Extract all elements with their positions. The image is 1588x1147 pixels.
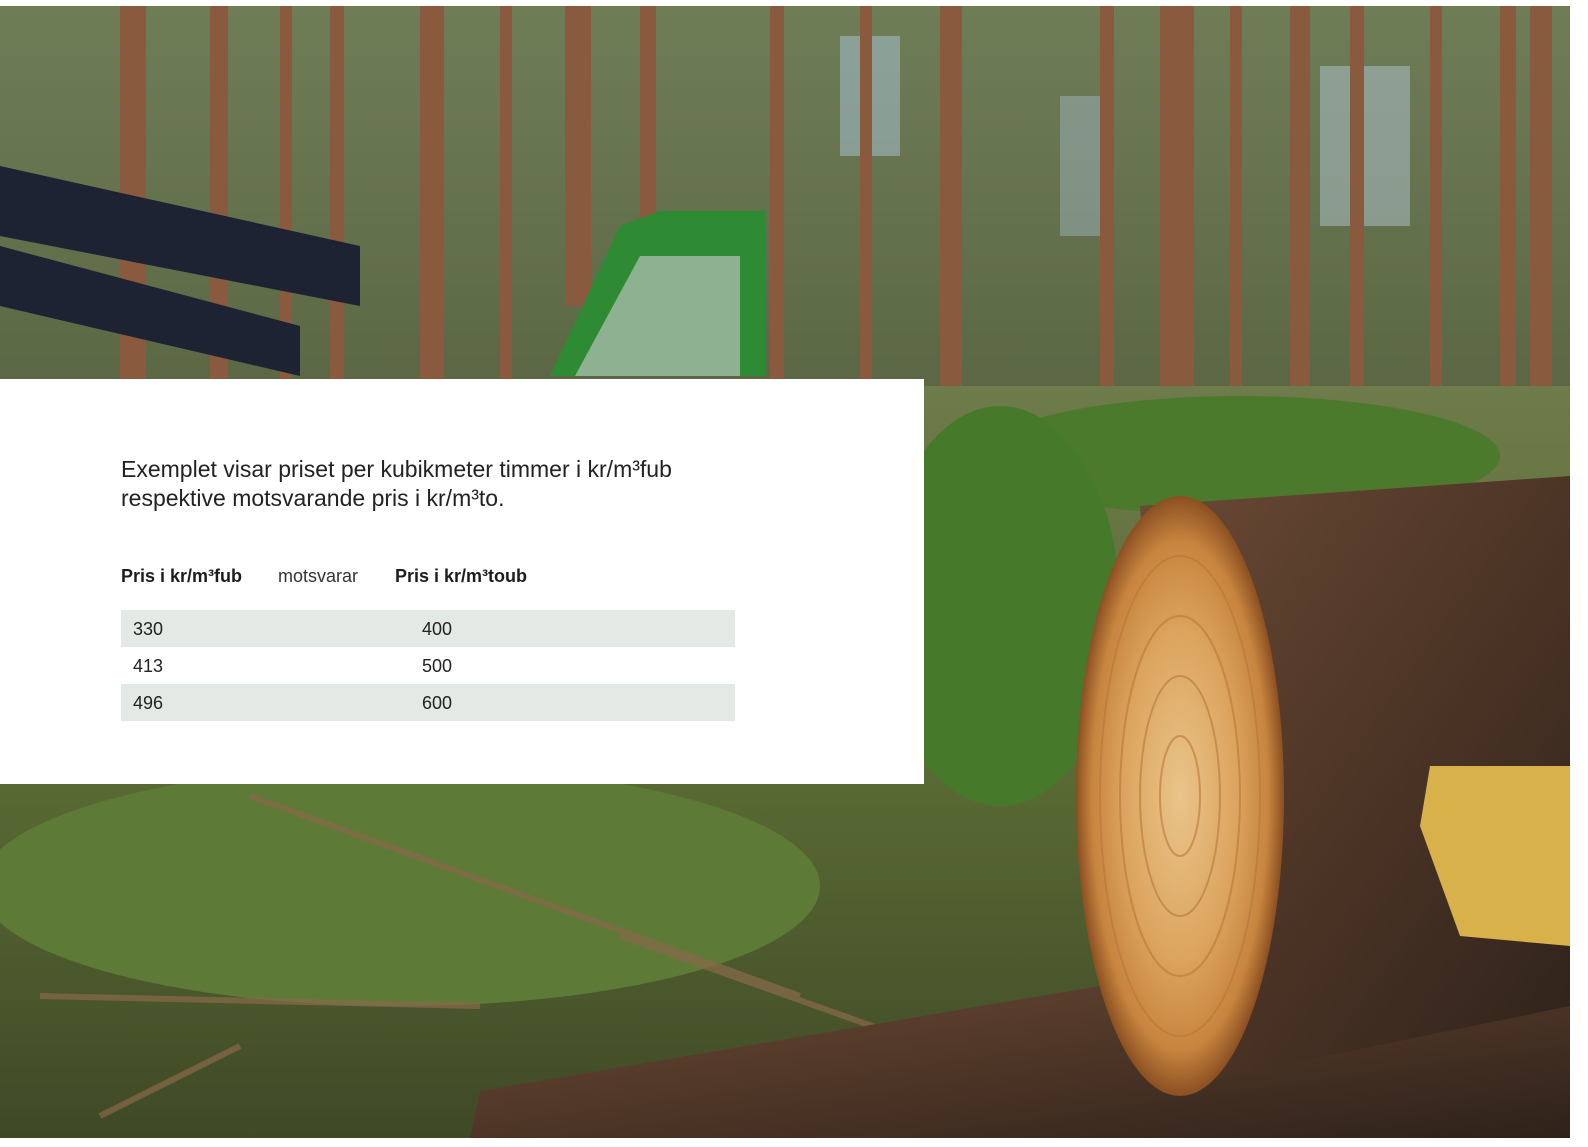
price-info-card: Exemplet visar priset per kubikmeter tim… bbox=[0, 379, 924, 784]
header-fub: Pris i kr/m³fub bbox=[121, 566, 243, 586]
intro-text: Exemplet visar priset per kubikmeter tim… bbox=[121, 456, 672, 511]
table-row: 413 500 bbox=[121, 647, 735, 684]
header-toub: Pris i kr/m³toub bbox=[395, 566, 528, 586]
header-corresponds: motsvarar bbox=[278, 566, 359, 586]
table-row: 496 600 bbox=[121, 684, 735, 721]
cell-fub: 496 bbox=[133, 693, 164, 713]
cell-toub: 600 bbox=[422, 693, 453, 713]
table-row: 330 400 bbox=[121, 610, 735, 647]
cell-fub: 330 bbox=[133, 619, 164, 639]
price-table: 330 400 413 500 496 600 bbox=[121, 610, 735, 721]
price-table-header: Pris i kr/m³fub motsvarar Pris i kr/m³to… bbox=[121, 566, 741, 588]
cell-fub: 413 bbox=[133, 656, 164, 676]
cell-toub: 400 bbox=[422, 619, 453, 639]
cell-toub: 500 bbox=[422, 656, 453, 676]
